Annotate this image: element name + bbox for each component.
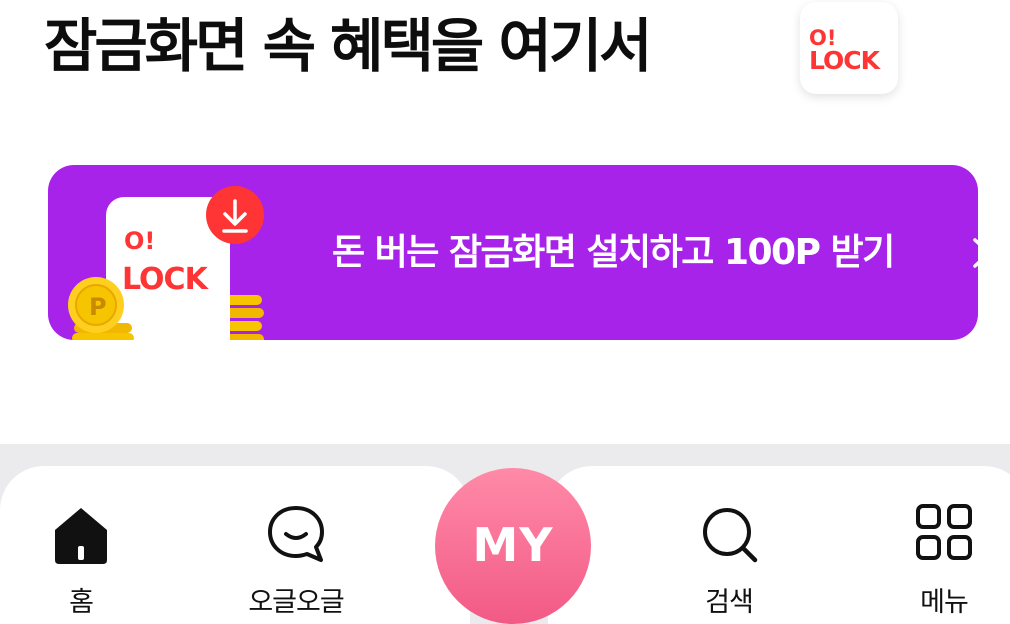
my-button-label: MY — [472, 518, 554, 572]
banner-text: 돈 버는 잠금화면 설치하고 100P 받기 — [332, 232, 895, 273]
banner-logo-text-bottom: LOCK — [122, 262, 210, 297]
nav-label-menu: 메뉴 — [920, 587, 969, 618]
nav-item-home[interactable]: 홈 — [11, 496, 151, 624]
olock-logo-text-bottom: LOCK — [809, 46, 882, 75]
coin-letter: P — [89, 293, 107, 321]
nav-item-menu[interactable]: 메뉴 — [874, 496, 1010, 624]
olock-logo-icon: O! LOCK — [809, 26, 883, 75]
nav-label-oggle: 오글오글 — [248, 587, 344, 618]
chat-bubble-icon — [268, 506, 324, 562]
banner-logo-text-top: O! — [124, 227, 155, 255]
my-button[interactable]: MY — [434, 467, 592, 624]
nav-item-oggle[interactable]: 오글오글 — [226, 496, 366, 624]
nav-label-search: 검색 — [705, 587, 754, 618]
olock-app-icon[interactable]: O! LOCK — [800, 2, 898, 94]
nav-label-home: 홈 — [69, 587, 94, 618]
home-icon — [55, 508, 107, 564]
chevron-right-icon — [973, 238, 978, 268]
install-lockscreen-banner[interactable]: O! LOCK P 돈 버는 잠금화면 설치하고 100P 받기 — [48, 165, 978, 340]
page-root: 잠금화면 속 혜택을 여기서 O! LOCK O! LOCK P 돈 버는 잠금… — [0, 0, 1010, 624]
nav-item-search[interactable]: 검색 — [659, 496, 799, 624]
search-icon — [703, 508, 758, 563]
page-title: 잠금화면 속 혜택을 여기서 — [44, 12, 653, 80]
download-icon — [206, 186, 264, 244]
menu-grid-icon — [916, 504, 972, 560]
